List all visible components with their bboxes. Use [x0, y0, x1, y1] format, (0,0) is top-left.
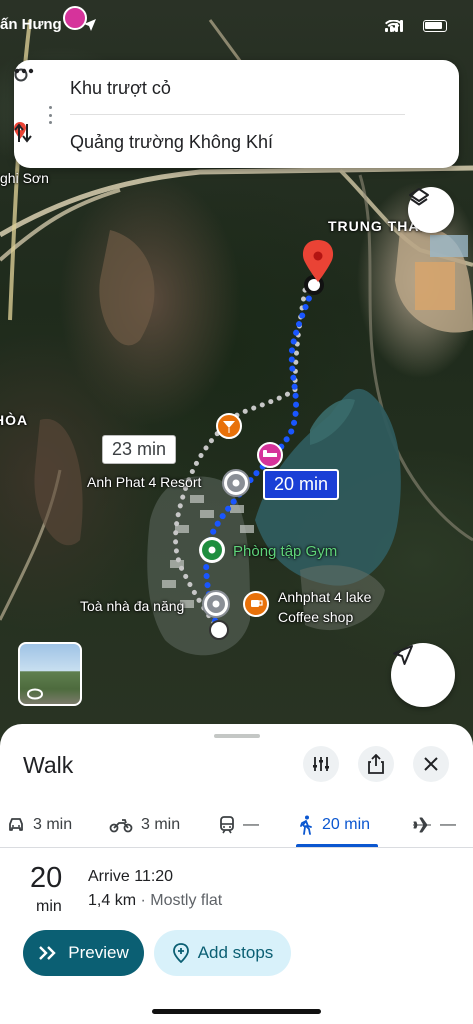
map-label-phong-tap-gym[interactable]: Phòng tập Gym [233, 543, 337, 560]
preview-button-label: Preview [68, 943, 129, 962]
status-bar: ấn Hưng [0, 8, 473, 44]
map-label-toa-nha[interactable]: Toà nhà đa năng [80, 598, 184, 614]
street-view-rotate-icon [27, 688, 43, 700]
alternate-route-time-bubble[interactable]: 23 min [102, 435, 177, 464]
add-stops-label: Add stops [197, 943, 274, 962]
travel-mode-tabs: 3 min 3 min — 20 min — [0, 802, 473, 848]
map-label-hoa: HÒA [0, 412, 29, 428]
share-button[interactable] [358, 746, 394, 782]
add-location-icon [172, 943, 189, 963]
duration-value: 20 [30, 862, 63, 894]
street-view-thumbnail[interactable] [18, 642, 82, 706]
divider [70, 114, 405, 115]
map-layers-button[interactable] [408, 187, 454, 233]
destination-input[interactable]: Quảng trường Không Khí [70, 132, 405, 153]
status-location-text: ấn Hưng [0, 16, 62, 33]
active-tab-indicator [296, 844, 378, 847]
my-location-button[interactable] [391, 643, 455, 707]
drag-handle[interactable] [214, 734, 260, 738]
tab-motorbike[interactable]: 3 min [109, 802, 180, 848]
arrival-time: Arrive 11:20 [88, 868, 174, 885]
tab-flight-label: — [440, 816, 456, 833]
layers-icon [409, 188, 429, 206]
motorbike-icon [109, 819, 133, 833]
more-horizontal-icon [14, 68, 34, 74]
distance-value: 1,4 km [88, 892, 137, 909]
route-search-card: Khu trượt cỏ Quảng trường Không Khí [14, 60, 459, 168]
map-label-coffee-line1[interactable]: Anhphat 4 lake [278, 589, 371, 605]
map-label-coffee-line2[interactable]: Coffee shop [278, 609, 353, 625]
map-view[interactable]: ấn Hưng Khu trượt cỏ Quảng trường Không … [0, 0, 473, 760]
origin-input[interactable]: Khu trượt cỏ [70, 78, 405, 99]
battery-icon [423, 20, 447, 32]
car-icon [9, 818, 23, 831]
terrain-note: · Mostly flat [136, 892, 223, 909]
close-icon [424, 757, 438, 771]
tab-transit-label: — [243, 816, 259, 833]
tab-drive-label: 3 min [33, 816, 73, 833]
tab-flight[interactable]: — [412, 802, 456, 848]
tab-motorbike-label: 3 min [141, 816, 181, 833]
distance-info: 1,4 km · Mostly flat [88, 892, 222, 910]
add-stops-button[interactable]: Add stops [154, 930, 291, 976]
walk-icon [300, 815, 312, 835]
main-route-time-bubble[interactable]: 20 min [263, 469, 340, 500]
route-options-button[interactable] [303, 746, 339, 782]
tab-walk[interactable]: 20 min [298, 802, 370, 848]
home-indicator[interactable] [152, 1009, 321, 1014]
tab-transit[interactable]: — [219, 802, 259, 848]
swap-vertical-icon [14, 123, 32, 143]
tune-icon [313, 757, 329, 771]
navigation-arrow-icon [393, 645, 413, 665]
preview-button[interactable]: Preview [23, 930, 144, 976]
double-chevron-right-icon [39, 946, 56, 960]
duration-unit: min [36, 898, 62, 915]
share-icon [368, 754, 384, 774]
tab-drive[interactable]: 3 min [7, 802, 72, 848]
train-icon [220, 816, 234, 834]
plane-icon [413, 817, 431, 833]
map-label-nghi-son: ghi Sơn [0, 170, 49, 186]
directions-bottom-sheet: Walk 3 min 3 min — 20 min — 20 min Arriv… [0, 724, 473, 1024]
sheet-title: Walk [23, 752, 74, 778]
close-button[interactable] [413, 746, 449, 782]
tab-walk-label: 20 min [322, 816, 371, 833]
map-label-anh-phat-resort[interactable]: Anh Phat 4 Resort [87, 474, 201, 490]
